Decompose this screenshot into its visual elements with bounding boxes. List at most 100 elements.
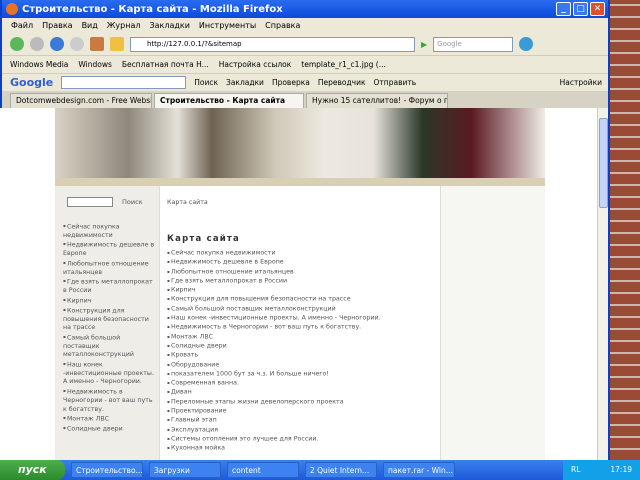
sitemap-link[interactable]: Главный этап (167, 415, 381, 424)
google-settings-button[interactable]: Настройки (560, 78, 608, 87)
sitemap-link[interactable]: Диван (167, 387, 381, 396)
firefox-icon (6, 3, 18, 15)
taskbar-item[interactable]: Строительство... (71, 462, 143, 478)
sitemap-link[interactable]: Сейчас покупка недвижимости (167, 248, 381, 257)
language-indicator[interactable]: RL (571, 460, 580, 480)
page-body: Поиск Сейчас покупка недвижимости Недвиж… (55, 186, 545, 460)
tab-forum[interactable]: Нужно 15 сателлитов! - Форум о по... (306, 93, 448, 108)
scrollbar-thumb[interactable] (599, 118, 608, 208)
tab-bar: Dotcomwebdesign.com - Free Website... Ст… (2, 91, 608, 108)
google-toolbar: Google Поиск Закладки Проверка Переводчи… (2, 73, 608, 91)
google-translate-button[interactable]: Переводчик (318, 78, 366, 87)
search-input[interactable]: Google (433, 36, 514, 52)
clock: 17:19 (610, 465, 632, 474)
breadcrumb: Карта сайта (167, 199, 208, 206)
sitemap-link[interactable]: Проектирование (167, 406, 381, 415)
google-send-button[interactable]: Отправить (374, 78, 417, 87)
sitemap-link[interactable]: Недвижимость в Черногории - вот ваш путь… (167, 322, 381, 331)
vertical-scrollbar[interactable] (597, 108, 608, 460)
sitemap-link[interactable]: Системы отопления это лучшее для России. (167, 434, 381, 443)
sitemap-link[interactable]: Оборудование (167, 360, 381, 369)
menu-bookmarks[interactable]: Закладки (149, 21, 189, 30)
taskbar-item[interactable]: пакет.rar - Win... (383, 462, 455, 478)
sidebar-link[interactable]: Недвижимость дешевле в Европе (63, 240, 158, 258)
sidebar-link[interactable]: Самый большой поставщик металлоконструкц… (63, 333, 158, 360)
home-icon[interactable] (90, 37, 104, 51)
main-content: Карта сайта Карта сайта Сейчас покупка н… (167, 186, 437, 460)
start-button[interactable]: пуск (0, 460, 65, 480)
bookmark-item[interactable]: Windows (78, 60, 111, 69)
sitemap-link[interactable]: Монтаж ЛВС (167, 332, 381, 341)
header-divider (55, 178, 545, 186)
forward-icon[interactable] (30, 37, 44, 51)
sidebar-link[interactable]: Монтаж ЛВС (63, 414, 158, 424)
sidebar-search-input[interactable] (67, 197, 113, 207)
right-column (440, 186, 545, 460)
sidebar-search-button[interactable]: Поиск (122, 198, 143, 206)
sitemap-link[interactable]: Кирпич (167, 285, 381, 294)
sitemap-link[interactable]: Солидные двери (167, 341, 381, 350)
google-search-button[interactable]: Поиск (194, 78, 218, 87)
page-heading: Карта сайта (167, 234, 240, 244)
sidebar-link[interactable]: Любопытное отношение итальянцев (63, 259, 158, 277)
taskbar-item[interactable]: 2 Quiet Intern... (305, 462, 377, 478)
sitemap-link[interactable]: Эксплуатация (167, 425, 381, 434)
menu-history[interactable]: Журнал (107, 21, 141, 30)
skype-icon[interactable] (519, 37, 534, 51)
google-bookmarks-button[interactable]: Закладки (226, 78, 264, 87)
title-bar: Строительство - Карта сайта - Mozilla Fi… (2, 0, 608, 18)
sidebar: Поиск Сейчас покупка недвижимости Недвиж… (55, 186, 160, 460)
tab-dotcomwebdesign[interactable]: Dotcomwebdesign.com - Free Website... (10, 93, 152, 108)
page-content: Поиск Сейчас покупка недвижимости Недвиж… (0, 108, 597, 460)
desktop-background (608, 0, 640, 460)
maximize-button[interactable]: □ (573, 2, 588, 16)
sitemap-link[interactable]: показателем 1000 бут за ч.з. И больше ни… (167, 369, 381, 378)
system-tray: RL 17:19 (562, 460, 640, 480)
menu-bar: Файл Правка Вид Журнал Закладки Инструме… (2, 18, 608, 33)
navigation-toolbar: http://127.0.0.1/?&sitemap ▶ Google (2, 33, 608, 55)
tab-sitemap[interactable]: Строительство - Карта сайта (154, 93, 304, 108)
menu-help[interactable]: Справка (265, 21, 300, 30)
menu-view[interactable]: Вид (82, 21, 98, 30)
google-logo: Google (10, 76, 54, 89)
taskbar-item[interactable]: Загрузки (149, 462, 221, 478)
sitemap-link[interactable]: Самый большой поставщик металлоконструкц… (167, 304, 381, 313)
bookmark-item[interactable]: Настройка ссылок (219, 60, 292, 69)
bookmark-item[interactable]: Windows Media (10, 60, 68, 69)
bookmark-item[interactable]: Бесплатная почта H... (122, 60, 209, 69)
google-search-input[interactable] (61, 76, 187, 89)
menu-edit[interactable]: Правка (42, 21, 72, 30)
addon-icon[interactable] (110, 37, 124, 51)
back-icon[interactable] (10, 37, 24, 51)
stop-icon[interactable] (70, 37, 84, 51)
menu-tools[interactable]: Инструменты (199, 21, 256, 30)
sidebar-link[interactable]: Кирпич (63, 296, 158, 306)
sitemap-link[interactable]: Кухонная мойка (167, 443, 381, 452)
taskbar: пуск Строительство... Загрузки content 2… (0, 460, 640, 480)
sitemap-link[interactable]: Кровать (167, 350, 381, 359)
sitemap-link[interactable]: Недвижимость дешевле в Европе (167, 257, 381, 266)
sitemap-link[interactable]: Где взять металлопрокат в России (167, 276, 381, 285)
minimize-button[interactable]: _ (556, 2, 571, 16)
close-button[interactable]: ✕ (590, 2, 605, 16)
sidebar-link[interactable]: Где взять металлопрокат в России (63, 277, 158, 295)
bookmarks-toolbar: Windows Media Windows Бесплатная почта H… (2, 55, 608, 73)
sidebar-link[interactable]: Солидные двери (63, 424, 158, 434)
sitemap-link[interactable]: Переломные этапы жизни девелоперского пр… (167, 397, 381, 406)
sitemap-link[interactable]: Современная ванна. (167, 378, 381, 387)
go-icon[interactable]: ▶ (421, 40, 427, 49)
url-input[interactable]: http://127.0.0.1/?&sitemap (130, 36, 415, 52)
bookmark-item[interactable]: template_r1_c1.jpg (... (301, 60, 386, 69)
sitemap-link[interactable]: Любопытное отношение итальянцев (167, 267, 381, 276)
sidebar-link[interactable]: Недвижимость в Черногории - вот ваш путь… (63, 387, 158, 414)
sitemap-link[interactable]: Конструкция для повышения безопасности н… (167, 294, 381, 303)
sidebar-link[interactable]: Наш конек -инвестиционные проекты. А име… (63, 360, 158, 387)
sidebar-link[interactable]: Конструкция для повышения безопасности н… (63, 306, 158, 333)
menu-file[interactable]: Файл (11, 21, 33, 30)
sidebar-link[interactable]: Сейчас покупка недвижимости (63, 222, 158, 240)
taskbar-item[interactable]: content (227, 462, 299, 478)
reload-icon[interactable] (50, 37, 64, 51)
sitemap-link[interactable]: Наш конек -инвестиционные проекты. А име… (167, 313, 381, 322)
header-image (55, 108, 545, 178)
google-spellcheck-button[interactable]: Проверка (272, 78, 310, 87)
